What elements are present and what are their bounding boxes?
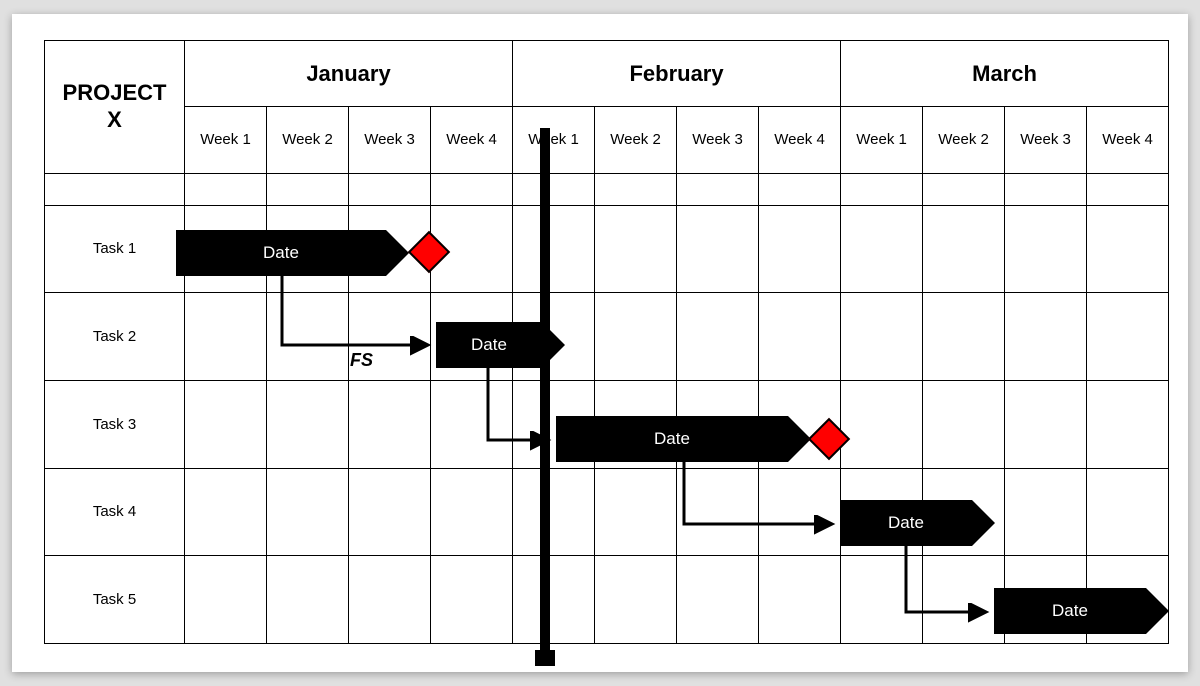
week-header: Week 1 [513, 107, 595, 173]
today-marker-knob [535, 650, 555, 666]
gantt-grid: PROJECT X January February March Week 1 … [44, 40, 1169, 644]
week-header: Week 1 [185, 107, 267, 173]
task-label-1: Task 1 [45, 205, 185, 293]
week-header: Week 2 [595, 107, 677, 173]
week-header: Week 2 [923, 107, 1005, 173]
task-label-3: Task 3 [45, 380, 185, 468]
gantt-page: PROJECT X January February March Week 1 … [12, 14, 1188, 672]
week-header: Week 3 [1005, 107, 1087, 173]
week-header: Week 4 [431, 107, 513, 173]
task-label-4: Task 4 [45, 468, 185, 556]
project-title: PROJECT X [45, 41, 185, 174]
task-label-5: Task 5 [45, 556, 185, 644]
month-header-mar: March [841, 41, 1169, 107]
week-header: Week 2 [267, 107, 349, 173]
gantt-container: PROJECT X January February March Week 1 … [44, 40, 1168, 644]
week-header: Week 3 [349, 107, 431, 173]
week-header: Week 4 [1087, 107, 1169, 173]
week-header: Week 4 [759, 107, 841, 173]
week-header: Week 3 [677, 107, 759, 173]
task-label-2: Task 2 [45, 293, 185, 381]
month-header-jan: January [185, 41, 513, 107]
month-header-feb: February [513, 41, 841, 107]
week-header: Week 1 [841, 107, 923, 173]
